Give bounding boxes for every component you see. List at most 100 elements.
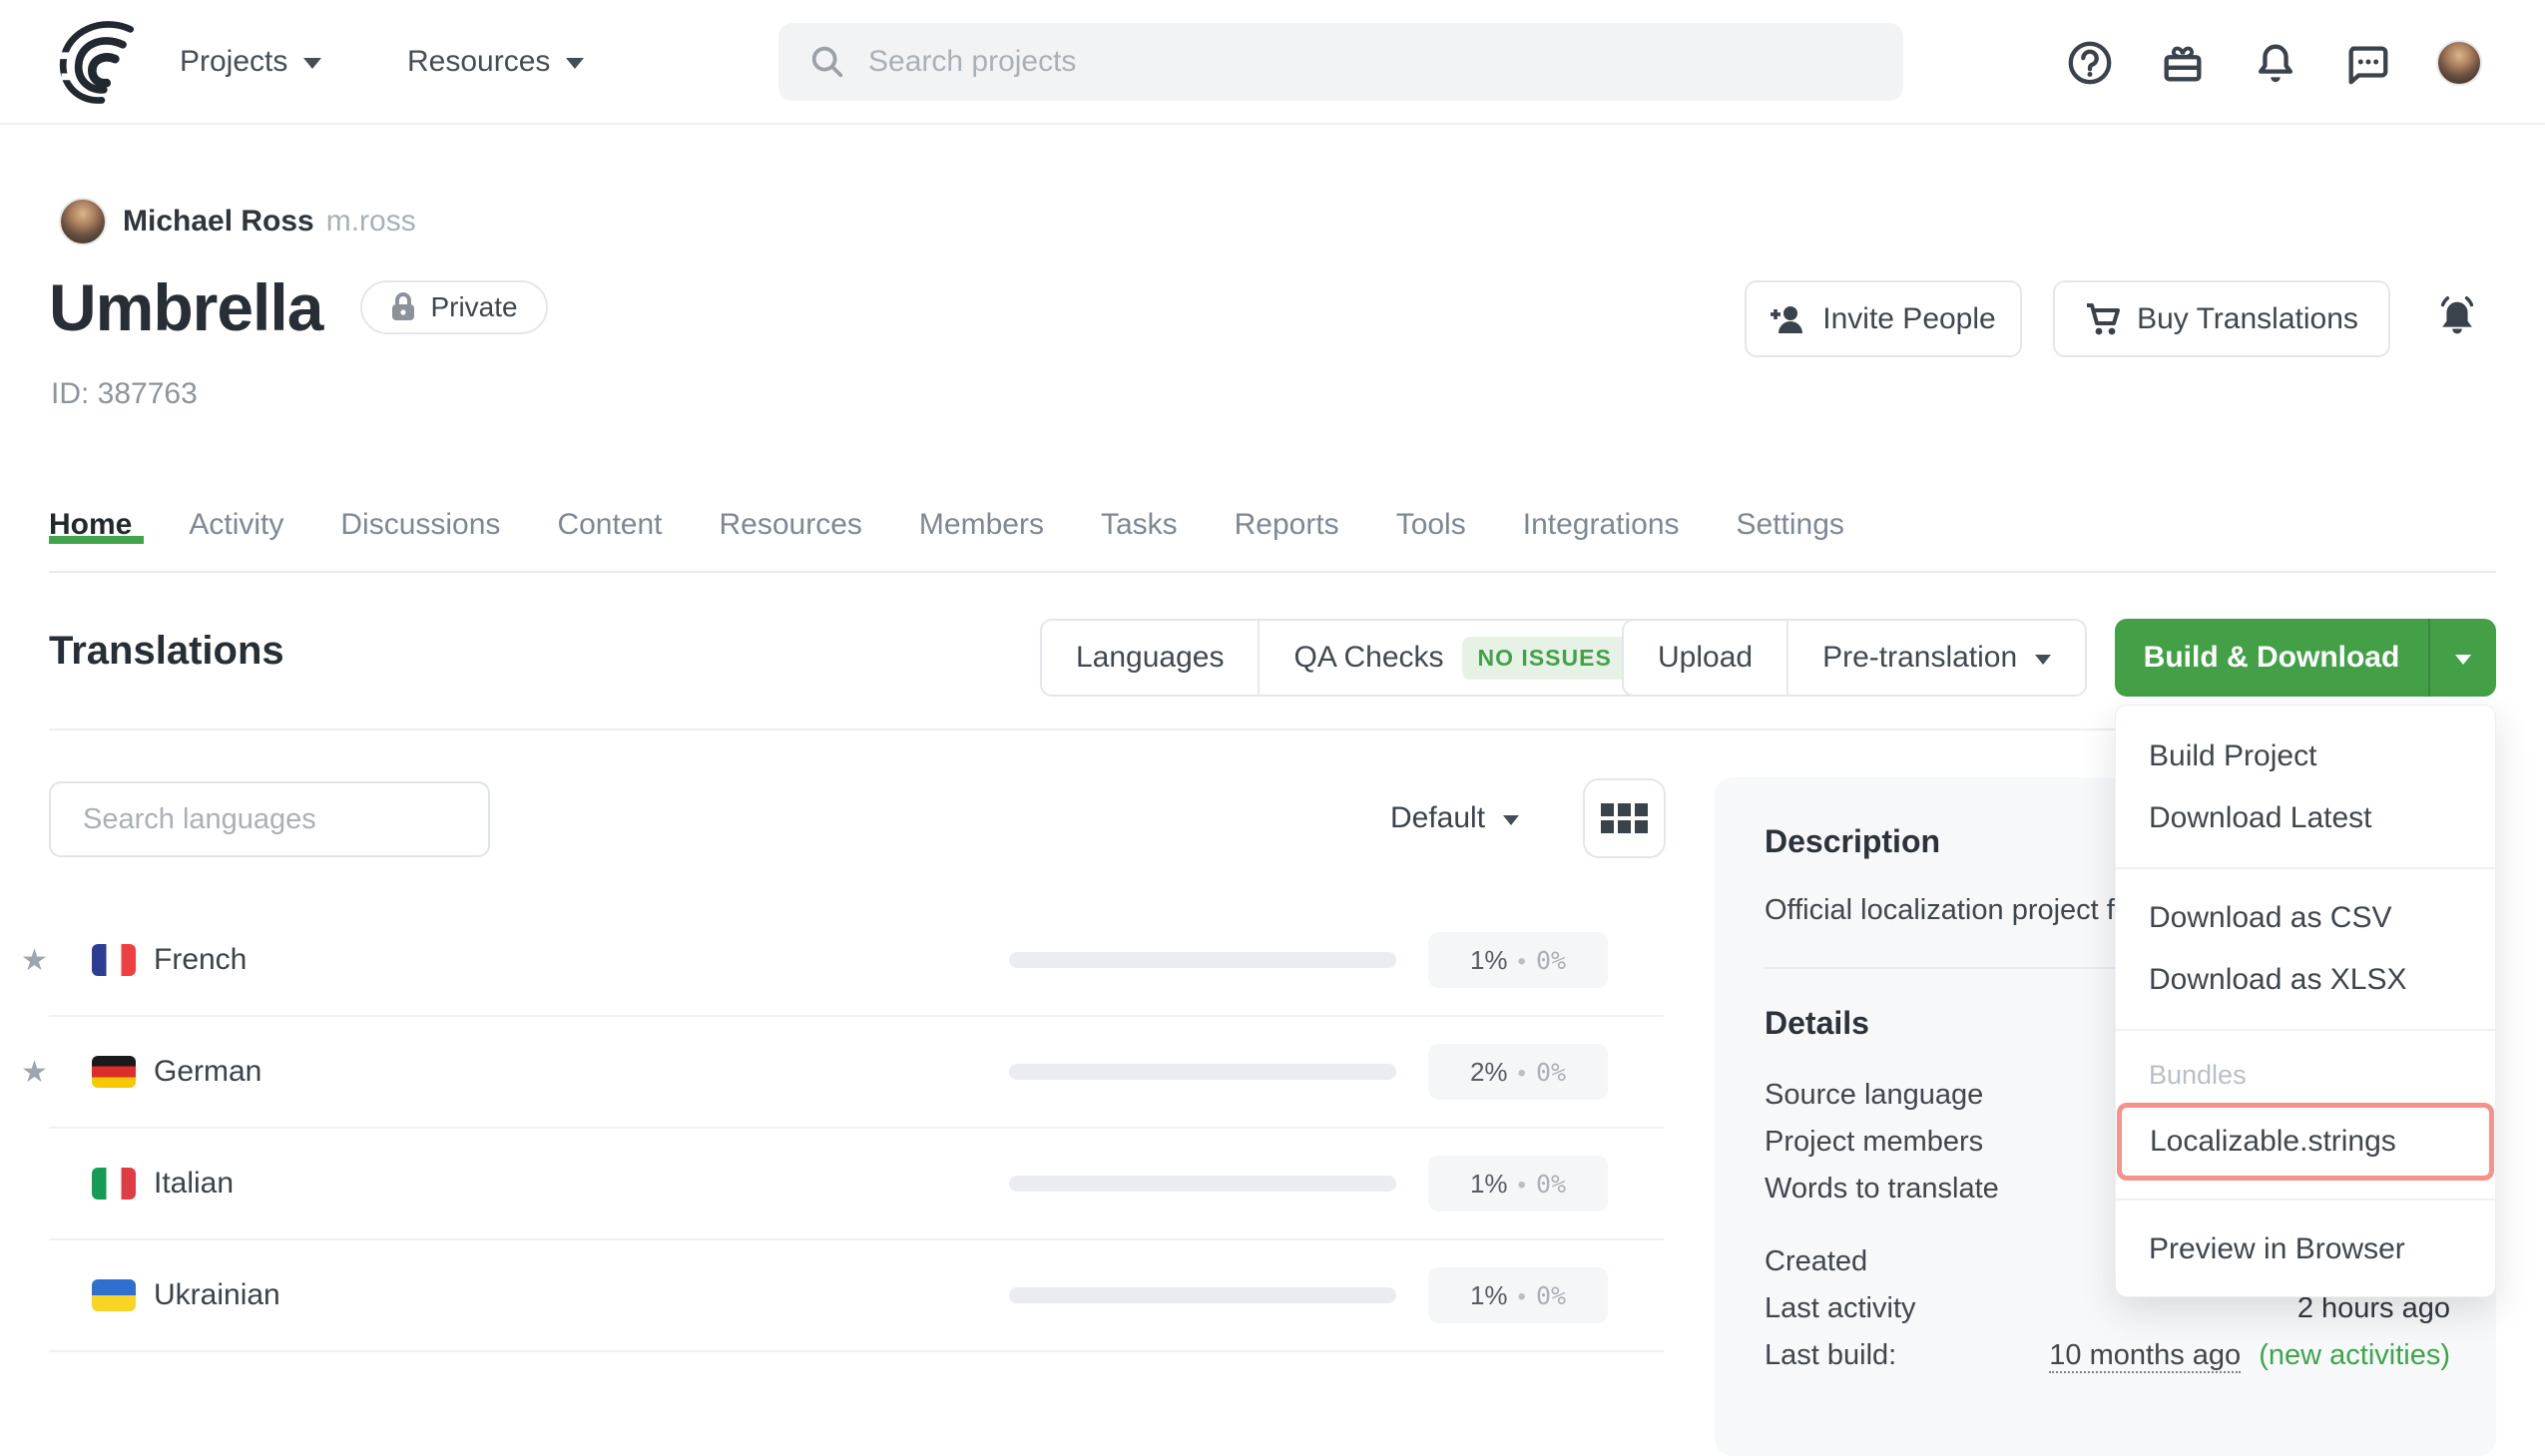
tab-tasks[interactable]: Tasks [1101, 508, 1178, 542]
menu-item-download-xlsx[interactable]: Download as XLSX [2116, 949, 2495, 1011]
owner-name[interactable]: Michael Ross [123, 205, 314, 239]
favorite-star-icon[interactable]: ★ [21, 943, 48, 978]
grid-icon [1601, 803, 1648, 833]
tab-content[interactable]: Content [557, 508, 662, 542]
language-row-german[interactable]: ★ German 2% 0% [49, 1017, 1664, 1129]
language-name: Italian [154, 1167, 234, 1201]
chevron-down-icon [2455, 655, 2471, 665]
chevron-down-icon [566, 58, 584, 69]
flag-italy-icon [92, 1168, 136, 1200]
upload-pretranslation-group: Upload Pre-translation [1622, 619, 2087, 697]
language-stats: 2% 0% [1428, 1044, 1608, 1100]
languages-table: ★ French 1% 0% ★ German 2% 0% Italian [49, 905, 1664, 1352]
build-download-caret-button[interactable] [2430, 619, 2496, 697]
qa-status-badge: NO ISSUES [1462, 637, 1628, 680]
build-download-menu: Build Project Download Latest Download a… [2115, 705, 2496, 1297]
progress-bar [1009, 952, 1396, 968]
cart-icon [2085, 302, 2121, 336]
progress-bar [1009, 1176, 1396, 1192]
tab-settings[interactable]: Settings [1737, 508, 1844, 542]
messages-icon[interactable] [2343, 39, 2391, 87]
flag-germany-icon [92, 1056, 136, 1088]
visibility-label: Private [430, 291, 517, 323]
chevron-down-icon [1503, 815, 1519, 825]
menu-item-download-latest[interactable]: Download Latest [2116, 787, 2495, 849]
buy-translations-label: Buy Translations [2137, 302, 2358, 336]
qa-checks-button[interactable]: QA Checks NO ISSUES [1260, 621, 1661, 695]
dot-separator [1518, 1169, 1526, 1200]
flag-france-icon [92, 944, 136, 976]
language-stats: 1% 0% [1428, 1267, 1608, 1323]
tab-integrations[interactable]: Integrations [1523, 508, 1680, 542]
languages-button[interactable]: Languages [1042, 621, 1258, 695]
owner-avatar[interactable] [59, 198, 107, 245]
divider [2116, 1199, 2495, 1201]
last-build-time-link[interactable]: 10 months ago [2049, 1339, 2241, 1373]
tab-discussions[interactable]: Discussions [340, 508, 500, 542]
active-tab-underline [49, 536, 144, 544]
top-navbar: Projects Resources [0, 0, 2545, 125]
dot-separator [1518, 1057, 1526, 1088]
sort-dropdown[interactable]: Default [1390, 801, 1519, 835]
project-owner-row: Michael Ross m.ross [59, 198, 416, 245]
dot-separator [1518, 945, 1526, 976]
new-activities-link[interactable]: (new activities) [2259, 1339, 2450, 1371]
language-row-italian[interactable]: Italian 1% 0% [49, 1129, 1664, 1240]
tab-tools[interactable]: Tools [1396, 508, 1466, 542]
tab-reports[interactable]: Reports [1235, 508, 1339, 542]
progress-bar [1009, 1287, 1396, 1303]
resources-menu[interactable]: Resources [407, 0, 584, 123]
build-download-split-button: Build & Download [2115, 619, 2496, 697]
search-input[interactable] [868, 45, 1767, 79]
user-avatar[interactable] [2436, 40, 2482, 86]
tab-home[interactable]: Home [49, 508, 132, 542]
divider [2116, 1029, 2495, 1031]
menu-item-download-csv[interactable]: Download as CSV [2116, 887, 2495, 949]
page-title: Umbrella [49, 269, 322, 345]
gift-icon[interactable] [2159, 39, 2207, 87]
pretranslation-button[interactable]: Pre-translation [1788, 621, 2085, 695]
owner-username: m.ross [326, 205, 416, 239]
help-icon[interactable] [2066, 39, 2114, 87]
language-name: German [154, 1055, 261, 1089]
favorite-star-icon[interactable]: ★ [21, 1055, 48, 1090]
person-plus-icon [1771, 303, 1806, 335]
buy-translations-button[interactable]: Buy Translations [2053, 280, 2390, 357]
pretranslation-label: Pre-translation [1822, 641, 2017, 675]
notifications-bell-icon[interactable] [2252, 39, 2299, 87]
tab-activity[interactable]: Activity [189, 508, 283, 542]
app-logo-icon[interactable] [52, 14, 148, 110]
menu-item-preview-in-browser[interactable]: Preview in Browser [2116, 1218, 2495, 1280]
project-tabs: Home Activity Discussions Content Resour… [49, 479, 2496, 573]
language-row-ukrainian[interactable]: Ukrainian 1% 0% [49, 1240, 1664, 1352]
invite-people-button[interactable]: Invite People [1745, 280, 2022, 357]
global-search [778, 23, 1903, 101]
search-languages-input[interactable] [49, 781, 490, 857]
projects-menu[interactable]: Projects [180, 0, 321, 123]
tab-resources[interactable]: Resources [720, 508, 862, 542]
view-mode-button[interactable] [1583, 778, 1666, 858]
resources-menu-label: Resources [407, 45, 550, 79]
language-row-french[interactable]: ★ French 1% 0% [49, 905, 1664, 1017]
translations-heading: Translations [49, 629, 284, 674]
visibility-badge: Private [360, 280, 547, 334]
menu-item-localizable-strings[interactable]: Localizable.strings [2117, 1103, 2494, 1181]
search-icon [808, 43, 846, 81]
qa-checks-label: QA Checks [1293, 641, 1443, 675]
lock-icon [390, 292, 416, 322]
languages-qa-group: Languages QA Checks NO ISSUES [1040, 619, 1664, 697]
build-download-button[interactable]: Build & Download [2115, 619, 2428, 697]
upload-button[interactable]: Upload [1624, 621, 1786, 695]
watch-project-bell-icon[interactable] [2432, 292, 2482, 342]
language-name: French [154, 943, 247, 977]
project-id: ID: 387763 [51, 377, 198, 411]
language-stats: 1% 0% [1428, 932, 1608, 988]
chevron-down-icon [303, 58, 321, 69]
tab-members[interactable]: Members [919, 508, 1044, 542]
invite-people-label: Invite People [1822, 302, 1995, 336]
menu-item-build-project[interactable]: Build Project [2116, 726, 2495, 787]
flag-ukraine-icon [92, 1279, 136, 1311]
projects-menu-label: Projects [180, 45, 287, 79]
divider [2116, 867, 2495, 869]
detail-row-last-build: Last build: 10 months ago (new activitie… [1765, 1332, 2450, 1379]
